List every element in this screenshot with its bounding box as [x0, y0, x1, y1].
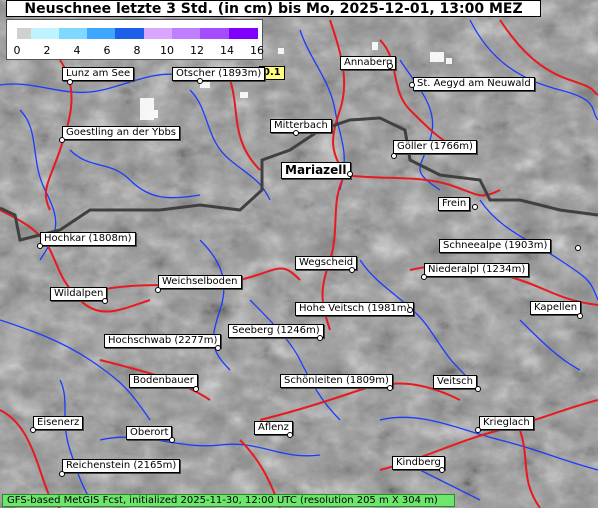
place-label-niederalpl: Niederalpl (1234m): [424, 263, 530, 277]
place-marker-wegscheid: [349, 267, 355, 273]
place-label-oetscher: Ötscher (1893m): [172, 67, 266, 81]
place-marker-kapellen: [577, 313, 583, 319]
place-marker-veitsch: [475, 386, 481, 392]
legend-swatch: [172, 28, 201, 39]
snow-patch: [152, 110, 158, 118]
legend-tick-label: 0: [13, 44, 21, 57]
place-label-bodenbauer: Bodenbauer: [129, 374, 198, 388]
legend-swatch: [200, 28, 230, 39]
legend-tick-label: 14: [220, 44, 234, 57]
place-label-lunz-am-see: Lunz am See: [62, 67, 135, 81]
legend-swatch: [228, 28, 258, 39]
place-marker-weichselboden: [155, 287, 161, 293]
place-label-hochkar: Hochkar (1808m): [40, 232, 136, 246]
place-marker-oberort: [169, 437, 175, 443]
place-label-oberort: Oberort: [126, 426, 173, 440]
place-label-veitsch: Veitsch: [433, 375, 477, 389]
place-marker-hochschwab: [215, 345, 221, 351]
snow-patch: [446, 58, 452, 64]
place-marker-mariazell: [347, 171, 353, 177]
legend-tick-label: 2: [43, 44, 51, 57]
place-label-krieglach: Krieglach: [479, 416, 534, 430]
place-label-reichenstein: Reichenstein (2165m): [62, 459, 181, 473]
place-marker-krieglach: [475, 427, 481, 433]
place-marker-oetscher: [197, 78, 203, 84]
place-label-mariazell: Mariazell: [281, 162, 351, 179]
place-marker-bodenbauer: [193, 386, 199, 392]
map-stage: Neuschnee letzte 3 Std. (in cm) bis Mo, …: [0, 0, 598, 508]
snow-patch: [278, 48, 284, 54]
snow-patch: [240, 92, 248, 98]
legend-swatch: [58, 28, 88, 39]
legend-tick-label: 4: [73, 44, 81, 57]
forecast-footer: GFS-based MetGIS Fcst, initialized 2025-…: [2, 494, 455, 507]
map-title: Neuschnee letzte 3 Std. (in cm) bis Mo, …: [6, 0, 541, 17]
place-label-hochschwab: Hochschwab (2277m): [104, 334, 222, 348]
place-marker-eisenerz: [30, 427, 36, 433]
legend-tick-label: 16: [250, 44, 264, 57]
legend-tick-label: 8: [133, 44, 141, 57]
place-marker-lunz-am-see: [67, 79, 73, 85]
place-marker-reichenstein: [59, 471, 65, 477]
place-marker-annaberg: [387, 63, 393, 69]
legend-swatch: [115, 28, 145, 39]
place-marker-hochkar: [37, 243, 43, 249]
place-label-weichselboden: Weichselboden: [158, 275, 242, 289]
place-marker-goeller: [391, 153, 397, 159]
legend-swatch: [87, 28, 116, 39]
place-label-wildalpen: Wildalpen: [50, 287, 108, 301]
snow-patch: [140, 98, 154, 120]
place-label-goestling: Goestling an der Ybbs: [62, 126, 181, 140]
legend-swatch: [143, 28, 173, 39]
place-label-schoenleiten: Schönleiten (1809m): [280, 374, 393, 388]
place-marker-frein: [472, 204, 478, 210]
place-marker-aflenz: [287, 432, 293, 438]
place-label-mitterbach: Mitterbach: [270, 119, 332, 133]
place-label-schneealpe: Schneealpe (1903m): [439, 239, 552, 253]
place-label-kapellen: Kapellen: [530, 301, 582, 315]
place-label-st-aegyd: St. Aegyd am Neuwald: [413, 77, 535, 91]
place-marker-wildalpen: [102, 298, 108, 304]
snow-legend: 0 2 4 6 8 10 12 14 16: [6, 19, 264, 60]
legend-tick-label: 10: [160, 44, 174, 57]
place-marker-niederalpl: [421, 274, 427, 280]
legend-tick-label: 12: [190, 44, 204, 57]
snow-patch: [430, 52, 444, 62]
legend-swatch: [30, 28, 60, 39]
snow-patch: [372, 42, 378, 50]
legend-color-scale: [17, 28, 258, 39]
place-label-kindberg: Kindberg: [392, 456, 445, 470]
place-marker-hohe-veitsch: [407, 307, 413, 313]
legend-tick-label: 6: [103, 44, 111, 57]
place-marker-seeberg: [317, 335, 323, 341]
place-marker-goestling: [59, 137, 65, 143]
place-label-hohe-veitsch: Hohe Veitsch (1981m): [295, 302, 415, 316]
legend-swatch: [17, 28, 31, 39]
place-marker-schoenleiten: [387, 385, 393, 391]
place-marker-mitterbach: [293, 130, 299, 136]
place-marker-schneealpe: [575, 245, 581, 251]
place-label-eisenerz: Eisenerz: [33, 416, 84, 430]
place-label-wegscheid: Wegscheid: [295, 256, 358, 270]
place-marker-kindberg: [439, 467, 445, 473]
place-label-goeller: Göller (1766m): [393, 140, 477, 154]
place-label-seeberg: Seeberg (1246m): [228, 324, 324, 338]
place-label-frein: Frein: [438, 197, 471, 211]
place-marker-st-aegyd: [409, 82, 415, 88]
